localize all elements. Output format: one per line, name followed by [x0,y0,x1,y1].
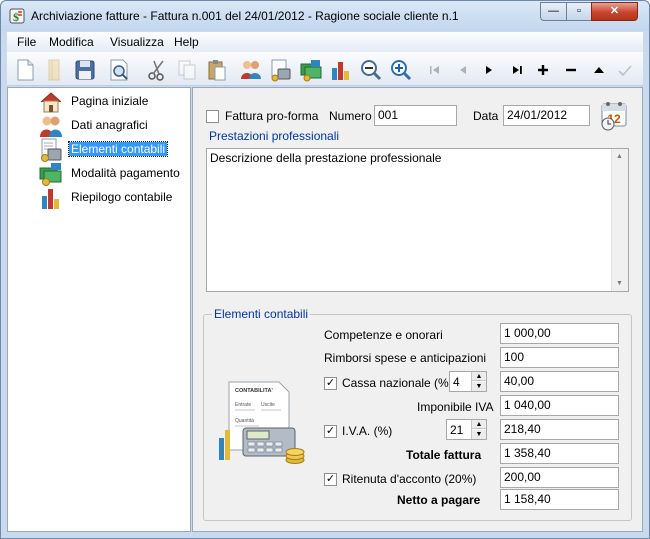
imponibile-label: Imponibile IVA [417,400,494,414]
payment-icon[interactable] [299,58,323,82]
menu-visualizza[interactable]: Visualizza [110,35,164,49]
numero-label: Numero [329,109,372,123]
iva-field[interactable]: 218,40 [500,419,619,440]
new-document-icon[interactable] [13,58,37,82]
illustration-doc-col1: Entrate [235,402,251,408]
cassa-pct-value: 4 [453,375,460,389]
spinner-buttons: ▲ ▼ [471,372,486,391]
spinner-down-icon[interactable]: ▼ [472,430,486,439]
iva-pct-value: 21 [450,423,464,437]
iva-checkbox[interactable]: ✓ [324,425,337,438]
payment-icon [38,162,64,186]
prestazioni-textarea[interactable]: Descrizione della prestazione profession… [206,148,629,292]
ritenuta-checkbox[interactable]: ✓ [324,473,337,486]
scroll-down-arrow-icon[interactable]: ▼ [616,280,623,287]
people-icon [38,114,64,138]
menu-modifica[interactable]: Modifica [49,35,94,49]
numero-field[interactable]: 001 [374,105,457,126]
ritenuta-label: Ritenuta d'acconto (20%) [342,472,477,486]
netto-field[interactable]: 1 158,40 [500,489,619,510]
data-field[interactable]: 24/01/2012 [503,105,590,126]
people-icon[interactable] [239,58,263,82]
last-record-icon[interactable] [505,58,529,82]
nav-label: Elementi contabili [67,141,169,157]
netto-label: Netto a pagare [397,493,481,507]
zoom-in-icon[interactable] [389,58,413,82]
calendar-icon[interactable]: 12 [599,99,631,131]
prestazioni-text: Descrizione della prestazione profession… [210,151,442,165]
zoom-out-icon[interactable] [359,58,383,82]
proforma-checkbox[interactable] [206,110,219,123]
navigation-panel: Pagina iniziale Dati anagrafici Elementi… [7,87,191,532]
nav-label: Riepilogo contabile [71,190,173,204]
group-title: Elementi contabili [212,307,311,321]
rimborsi-label: Rimborsi spese e anticipazioni [324,351,487,365]
bar-chart-icon [38,186,64,210]
cassa-label: Cassa nazionale (%) [342,376,453,390]
toolbar [7,52,643,86]
spinner-down-icon[interactable]: ▼ [472,382,486,391]
save-icon[interactable] [73,58,97,82]
print-preview-icon[interactable] [107,58,131,82]
nav-item-riepilogo-contabile[interactable]: Riepilogo contabile [8,186,188,210]
illustration-doc-title: CONTABILITA' [235,388,273,394]
spinner-buttons: ▲ ▼ [471,420,486,439]
previous-record-icon[interactable] [451,58,475,82]
totale-label: Totale fattura [406,448,482,462]
scroll-up-arrow-icon[interactable]: ▲ [616,153,623,160]
next-record-icon[interactable] [477,58,501,82]
cassa-checkbox[interactable]: ✓ [324,377,337,390]
competenze-label: Competenze e onorari [324,328,443,342]
illustration-doc-col2: Uscite [261,402,275,408]
menu-file[interactable]: File [17,35,36,49]
title-bar[interactable]: $ Archiviazione fatture - Fattura n.001 … [1,1,649,31]
menu-help[interactable]: Help [174,35,199,49]
app-icon: $ [9,8,25,24]
edit-record-icon[interactable] [587,58,611,82]
accounting-illustration: CONTABILITA' Entrate Uscite Quantità [219,381,305,464]
totale-field[interactable]: 1 358,40 [500,443,619,464]
nav-label: Pagina iniziale [71,94,149,108]
first-record-icon[interactable] [423,58,447,82]
illustration-doc-row: Quantità [235,418,254,424]
confirm-icon[interactable] [613,58,637,82]
delete-record-icon[interactable] [559,58,583,82]
nav-item-pagina-iniziale[interactable]: Pagina iniziale [8,90,188,114]
paste-icon[interactable] [205,58,229,82]
close-button[interactable]: ✕ [591,2,638,21]
app-window: $ Archiviazione fatture - Fattura n.001 … [0,0,650,539]
proforma-label: Fattura pro-forma [225,109,319,123]
accounting-icon[interactable] [269,58,293,82]
nav-label: Dati anagrafici [71,118,148,132]
nav-item-elementi-contabili[interactable]: Elementi contabili [8,138,188,162]
cut-icon[interactable] [145,58,169,82]
data-label: Data [473,109,499,123]
home-icon [38,90,64,114]
main-panel: Fattura pro-forma Numero 001 Data 24/01/… [192,87,643,532]
ritenuta-field[interactable]: 200,00 [500,467,619,488]
maximize-button[interactable]: ▫ [566,2,592,21]
nav-label: Modalità pagamento [71,166,180,180]
open-folder-icon[interactable] [43,58,67,82]
cassa-field[interactable]: 40,00 [500,371,619,392]
vertical-scrollbar[interactable]: ▲ ▼ [611,149,628,291]
iva-pct-spinner[interactable]: 21 ▲ ▼ [446,419,487,440]
add-record-icon[interactable] [531,58,555,82]
nav-item-modalita-pagamento[interactable]: Modalità pagamento [8,162,188,186]
imponibile-field[interactable]: 1 040,00 [500,395,619,416]
cassa-pct-spinner[interactable]: 4 ▲ ▼ [449,371,487,392]
bar-chart-icon[interactable] [329,58,353,82]
prestazioni-label: Prestazioni professionali [209,129,340,143]
competenze-field[interactable]: 1 000,00 [500,323,619,344]
accounting-icon [38,138,64,162]
copy-icon[interactable] [175,58,199,82]
menu-bar: File Modifica Visualizza Help [7,32,643,52]
nav-item-dati-anagrafici[interactable]: Dati anagrafici [8,114,188,138]
spinner-up-icon[interactable]: ▲ [472,420,486,429]
window-title: Archiviazione fatture - Fattura n.001 de… [31,9,459,23]
minimize-button[interactable]: — [540,2,567,21]
iva-label: I.V.A. (%) [342,424,393,438]
rimborsi-field[interactable]: 100 [500,347,619,368]
spinner-up-icon[interactable]: ▲ [472,372,486,381]
